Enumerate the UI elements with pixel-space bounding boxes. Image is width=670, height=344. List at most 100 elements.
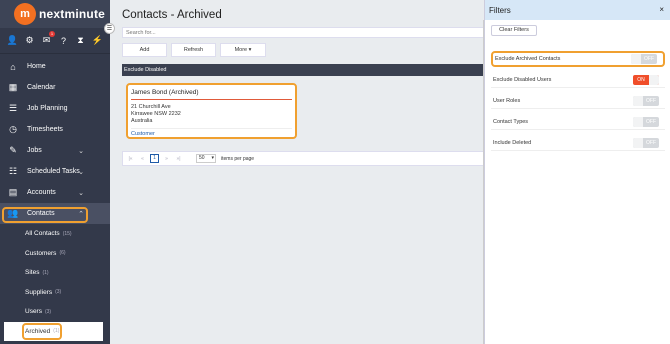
inbox-badge: 1 bbox=[49, 31, 55, 37]
contact-address: 21 Churchill Ave Kirrawee NSW 2232 Austr… bbox=[131, 104, 292, 125]
last-page-button[interactable]: »| bbox=[174, 156, 183, 162]
filter-row-exclude-disabled: Exclude Disabled Users ON bbox=[491, 72, 665, 88]
logo-text: nextminute bbox=[39, 7, 106, 21]
toggle-state: OFF bbox=[644, 56, 654, 62]
sub-count: (3) bbox=[44, 308, 52, 315]
document-icon: ▤ bbox=[8, 187, 18, 197]
filter-label: User Roles bbox=[493, 97, 521, 104]
more-button[interactable]: More ▾ bbox=[220, 43, 266, 57]
filter-row-user-roles: User Roles OFF bbox=[491, 93, 665, 109]
nav-item-home[interactable]: ⌂ Home bbox=[0, 56, 110, 77]
clear-filters-button[interactable]: Clear Filters bbox=[491, 25, 537, 36]
action-buttons: Add Refresh More ▾ bbox=[122, 43, 266, 57]
nav-label-calendar: Calendar bbox=[27, 84, 56, 91]
tasks-icon: ☷ bbox=[8, 166, 18, 176]
current-page[interactable]: 1 bbox=[150, 154, 159, 163]
nav-label-scheduled-tasks: Scheduled Tasks bbox=[27, 168, 80, 175]
hourglass-icon[interactable]: ⧗ bbox=[75, 35, 86, 46]
logo[interactable]: m nextminute bbox=[0, 0, 110, 28]
chevron-down-icon: ⌄ bbox=[78, 189, 84, 197]
user-icon[interactable]: 👤 bbox=[7, 35, 18, 46]
calendar-icon: ▦ bbox=[8, 82, 18, 92]
gear-icon[interactable]: ⚙ bbox=[24, 35, 35, 46]
filter-label: Include Deleted bbox=[493, 139, 532, 146]
nav-label-accounts: Accounts bbox=[27, 189, 56, 196]
main-content: Contacts - Archived Add Refresh More ▾ E… bbox=[110, 0, 484, 344]
sub-label: Users bbox=[25, 308, 42, 316]
sub-item-customers[interactable]: Customers (6) bbox=[25, 244, 110, 264]
filters-panel: Filters × Clear Filters Exclude Archived… bbox=[484, 0, 670, 344]
include-deleted-toggle[interactable]: OFF bbox=[633, 137, 659, 148]
search-input[interactable] bbox=[122, 27, 484, 38]
toggle-knob bbox=[633, 116, 643, 127]
bolt-icon[interactable]: ⚡ bbox=[92, 35, 103, 46]
sub-label: Customers bbox=[25, 249, 57, 257]
hamburger-icon[interactable]: ☰ bbox=[104, 23, 115, 34]
toggle-state: ON bbox=[637, 76, 645, 83]
toggle-knob bbox=[633, 95, 643, 106]
nav-item-job-planning[interactable]: ☰ Job Planning bbox=[0, 98, 110, 119]
people-icon: 👥 bbox=[7, 208, 19, 218]
contact-name[interactable]: James Bond (Archived) bbox=[131, 89, 292, 100]
nav-label-contacts: Contacts bbox=[27, 210, 55, 217]
nav-item-scheduled-tasks[interactable]: ☷ Scheduled Tasks ⌄ bbox=[0, 161, 110, 182]
toggle-knob bbox=[633, 137, 643, 148]
nav-item-contacts[interactable]: 👥 Contacts ⌃ bbox=[0, 203, 110, 224]
sub-count: (6) bbox=[59, 250, 66, 257]
filter-label: Exclude Archived Contacts bbox=[495, 56, 561, 62]
help-icon[interactable]: ? bbox=[58, 35, 69, 46]
filters-header: Filters × bbox=[485, 0, 670, 20]
toggle-state: OFF bbox=[646, 118, 656, 125]
filter-row-include-deleted: Include Deleted OFF bbox=[491, 135, 665, 151]
add-button[interactable]: Add bbox=[122, 43, 167, 57]
nav-item-jobs[interactable]: ✎ Jobs ⌄ bbox=[0, 140, 110, 161]
home-icon: ⌂ bbox=[10, 61, 16, 72]
sub-count: (3) bbox=[55, 289, 62, 296]
filter-label: Exclude Disabled Users bbox=[493, 76, 552, 83]
nav-menu: ⌂ Home ▦ Calendar ☰ Job Planning ◷ Timesheet… bbox=[0, 54, 110, 341]
nav-label-jobs: Jobs bbox=[27, 147, 42, 154]
sub-label: Suppliers bbox=[25, 288, 53, 296]
sub-label: Sites bbox=[25, 269, 40, 277]
per-page-label: items per page bbox=[221, 155, 255, 162]
sub-item-suppliers[interactable]: Suppliers (3) bbox=[25, 283, 110, 303]
chevron-up-icon: ⌃ bbox=[78, 210, 84, 218]
contact-card[interactable]: James Bond (Archived) 21 Churchill Ave K… bbox=[126, 83, 297, 139]
prev-page-button[interactable]: « bbox=[138, 156, 147, 162]
user-roles-toggle[interactable]: OFF bbox=[633, 95, 659, 106]
toggle-state: OFF bbox=[646, 139, 656, 146]
filter-label: Contact Types bbox=[493, 118, 529, 125]
close-icon[interactable]: × bbox=[659, 5, 664, 14]
sub-item-all-contacts[interactable]: All Contacts (15) bbox=[25, 224, 110, 244]
nav-label-home: Home bbox=[27, 63, 46, 70]
toggle-knob bbox=[631, 54, 641, 64]
contact-type-link[interactable]: Customer bbox=[131, 128, 292, 137]
chevron-down-icon: ⌄ bbox=[78, 168, 84, 176]
page-title: Contacts - Archived bbox=[122, 9, 222, 21]
contact-types-toggle[interactable]: OFF bbox=[633, 116, 659, 127]
inbox-icon[interactable]: ✉ 1 bbox=[41, 31, 55, 46]
exclude-archived-toggle[interactable]: OFF bbox=[631, 54, 657, 64]
exclude-disabled-toggle[interactable]: ON bbox=[633, 74, 659, 85]
refresh-button[interactable]: Refresh bbox=[171, 43, 216, 57]
filter-row-exclude-archived: Exclude Archived Contacts OFF bbox=[491, 51, 665, 67]
sidebar: m nextminute 👤 ⚙ ✉ 1 ? ⧗ ⚡ ⌂ Home ▦ Calenda… bbox=[0, 0, 110, 344]
address-line: Australia bbox=[131, 118, 153, 124]
per-page-select[interactable]: 50 bbox=[196, 154, 216, 163]
sub-item-sites[interactable]: Sites (1) bbox=[25, 263, 110, 283]
logo-mark: m bbox=[14, 3, 36, 25]
pagination: |« « 1 » »| 50 items per page bbox=[122, 151, 484, 166]
active-filter-bar: Exclude Disabled bbox=[122, 64, 484, 76]
sub-label: Archived bbox=[25, 327, 51, 335]
contacts-submenu: All Contacts (15) Customers (6) Sites (1) S… bbox=[0, 224, 110, 341]
next-page-button[interactable]: » bbox=[162, 156, 171, 162]
first-page-button[interactable]: |« bbox=[126, 156, 135, 162]
nav-item-timesheets[interactable]: ◷ Timesheets bbox=[0, 119, 110, 140]
sub-item-archived[interactable]: Archived (1) bbox=[4, 321, 103, 341]
sub-item-users[interactable]: Users (3) bbox=[25, 302, 110, 322]
nav-label-timesheets: Timesheets bbox=[27, 126, 63, 133]
nav-item-accounts[interactable]: ▤ Accounts ⌄ bbox=[0, 182, 110, 203]
address-line: Kirrawee NSW 2232 bbox=[131, 111, 181, 117]
chevron-down-icon: ⌄ bbox=[78, 147, 84, 155]
nav-item-calendar[interactable]: ▦ Calendar bbox=[0, 77, 110, 98]
